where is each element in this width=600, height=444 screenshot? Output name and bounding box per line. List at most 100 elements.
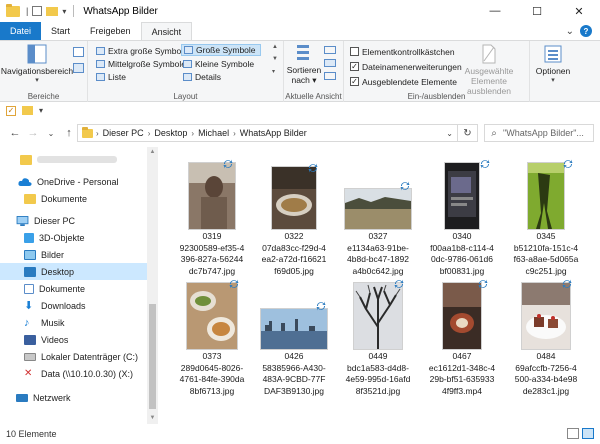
file-tile[interactable]: 0467 ec1612d1-348c-4 29b-bf51-635933 4f9… [424, 275, 500, 400]
toolbar-dropdown-icon[interactable]: ▾ [39, 106, 43, 115]
search-placeholder[interactable]: "WhatsApp Bilder"... [503, 128, 584, 138]
checkbox-ausgeblendete-elemente[interactable]: ✓ Ausgeblendete Elemente [350, 76, 457, 87]
breadcrumb-separator: › [233, 128, 236, 138]
video-thumbnail [443, 283, 481, 349]
details-view-button[interactable] [567, 428, 579, 439]
options-icon [544, 45, 562, 63]
add-columns-button[interactable] [324, 59, 336, 67]
view-switcher [567, 428, 594, 439]
layout-scroll-up-icon[interactable]: ▲ [272, 44, 278, 50]
layout-option-details[interactable]: Details [183, 71, 221, 82]
qat-dropdown-icon[interactable]: ▾ [62, 7, 66, 16]
up-button[interactable]: ↑ [60, 127, 78, 139]
nav-item-videos[interactable]: Videos [0, 331, 147, 348]
sortieren-nach-button[interactable]: Sortieren nach ▾ [286, 43, 322, 86]
address-row: ← → ⌄ ↑ › Dieser PC › Desktop › Michael … [0, 120, 600, 146]
preview-pane-button[interactable] [73, 47, 84, 57]
group-aktuelle-ansicht: Sortieren nach ▾ Aktuelle Ansicht [284, 41, 344, 103]
minimize-button[interactable]: — [474, 0, 516, 22]
checkbox-dateinamenerweiterungen[interactable]: ✓ Dateinamenerweiterungen [350, 61, 462, 72]
scroll-up-icon[interactable]: ▲ [147, 147, 158, 158]
nav-item-onedrive-dokumente[interactable]: Dokumente [0, 190, 147, 207]
nav-item-bilder[interactable]: Bilder [0, 246, 147, 263]
nav-item-label: Bilder [41, 249, 65, 260]
nav-item-onedrive[interactable]: OneDrive - Personal [0, 173, 147, 190]
nav-item-downloads[interactable]: ⬇ Downloads [0, 297, 147, 314]
file-tile[interactable]: 0484 69afccfb-7256-4 500-a334-b4e98 de28… [508, 275, 584, 400]
collapse-ribbon-icon[interactable]: ⌄ [566, 26, 574, 37]
layout-more-icon[interactable]: ▾ [272, 68, 275, 75]
nav-item-label: Dokumente [39, 283, 86, 294]
breadcrumb-michael[interactable]: Michael [198, 128, 229, 138]
tab-start[interactable]: Start [41, 22, 80, 40]
checkbox-label: Elementkontrollkästchen [362, 46, 455, 57]
file-name-line: e1134a63-91be- [347, 242, 409, 253]
layout-option-medium[interactable]: Mittelgroße Symbole [96, 58, 186, 69]
nav-pane-scrollbar[interactable]: ▲ ▼ [147, 147, 158, 424]
nav-item-musik[interactable]: ♪ Musik [0, 314, 147, 331]
file-tile[interactable]: 0322 07da83cc-f29d-4 ea2-a72d-f16621 f69… [256, 155, 332, 280]
size-columns-button[interactable] [324, 72, 336, 80]
details-pane-button[interactable] [73, 63, 84, 73]
optionen-button[interactable]: Optionen ▾ [534, 44, 572, 84]
back-button[interactable]: ← [6, 127, 24, 139]
close-button[interactable]: ✕ [558, 0, 600, 22]
recent-locations-button[interactable]: ⌄ [42, 129, 60, 138]
scrollbar-thumb[interactable] [149, 304, 156, 409]
sync-status-icon [563, 159, 573, 169]
group-by-button[interactable] [324, 46, 336, 54]
file-tile[interactable]: 0426 58385966-A430- 483A-9CBD-77F DAF3B9… [256, 275, 332, 400]
file-tile[interactable]: 0373 289d0645-8026- 4761-84fe-390da 8bf6… [174, 275, 250, 400]
nav-item-desktop[interactable]: Desktop [0, 263, 147, 280]
layout-option-large[interactable]: Große Symbole [181, 44, 261, 56]
checkbox-box[interactable]: ✓ [350, 77, 359, 86]
search-box[interactable]: ⌕ "WhatsApp Bilder"... [484, 124, 594, 142]
file-name: 0426 58385966-A430- 483A-9CBD-77F DAF3B9… [256, 351, 332, 397]
new-folder-icon[interactable] [46, 6, 59, 16]
maximize-button[interactable]: ☐ [516, 0, 558, 22]
file-tile[interactable]: 0319 92300589-ef35-4 396-827a-56244 dc7b… [174, 155, 250, 280]
nav-item-dieser-pc[interactable]: Dieser PC [0, 212, 147, 229]
properties-icon[interactable] [32, 6, 43, 16]
forward-button[interactable]: → [24, 127, 42, 139]
layout-scroll-down-icon[interactable]: ▼ [272, 56, 278, 62]
tab-datei[interactable]: Datei [0, 22, 42, 40]
tab-ansicht[interactable]: Ansicht [140, 22, 193, 40]
layout-option-list[interactable]: Liste [96, 71, 126, 82]
nav-item-laufwerk-c[interactable]: Lokaler Datenträger (C:) [0, 348, 147, 365]
refresh-button[interactable]: ↻ [457, 124, 477, 142]
checkmark-icon[interactable]: ✓ [6, 105, 16, 116]
group-bereiche: Navigationsbereich ▾ Bereiche [0, 41, 88, 103]
hide-selected-button[interactable]: Ausgewählte Elemente ausblenden [450, 44, 528, 96]
sync-status-icon [562, 279, 572, 289]
file-tile[interactable]: 0345 b51210fa-151c-4 f63-a8ae-5d065a c9c… [508, 155, 584, 280]
breadcrumb-whatsapp-bilder[interactable]: WhatsApp Bilder [240, 128, 307, 138]
nav-item-3d-objekte[interactable]: 3D-Objekte [0, 229, 147, 246]
nav-item-netzlaufwerk-x[interactable]: ✕ Data (\\10.10.0.30) (X:) [0, 365, 147, 382]
photo-food-plate-thumbnail [272, 167, 316, 229]
breadcrumb-desktop[interactable]: Desktop [154, 128, 187, 138]
file-tile[interactable]: 0449 bdc1a583-d4d8- 4e59-995d-16afd 8f35… [340, 275, 416, 400]
address-bar[interactable]: › Dieser PC › Desktop › Michael › WhatsA… [77, 124, 478, 142]
help-icon[interactable]: ? [580, 25, 592, 37]
layout-option-label: Liste [108, 71, 126, 82]
layout-option-extra-large[interactable]: Extra große Symbole [96, 45, 188, 56]
layout-option-small[interactable]: Kleine Symbole [183, 58, 254, 69]
scroll-down-icon[interactable]: ▼ [147, 413, 158, 424]
file-tile[interactable]: 0327 e1134a63-91be- 4b8d-bc47-1892 a4b0c… [340, 155, 416, 280]
address-dropdown-icon[interactable]: ⌄ [446, 129, 453, 138]
nav-item-dokumente[interactable]: Dokumente [0, 280, 147, 297]
file-tile[interactable]: 0340 f00aa1b8-c114-4 0dc-9786-061d6 bf00… [424, 155, 500, 280]
checkbox-box[interactable] [350, 47, 359, 56]
checkbox-box[interactable]: ✓ [350, 62, 359, 71]
nav-item-blurred-folder[interactable] [0, 151, 147, 168]
folder-icon[interactable] [22, 106, 33, 115]
large-icons-view-button[interactable] [582, 428, 594, 439]
breadcrumb-dieser-pc[interactable]: Dieser PC [103, 128, 144, 138]
checkbox-elementkontrollkaestchen[interactable]: Elementkontrollkästchen [350, 46, 455, 57]
nav-item-label: Videos [41, 334, 69, 345]
file-name-line: 0426 [284, 351, 304, 361]
navigationsbereich-button[interactable]: Navigationsbereich ▾ [1, 44, 73, 84]
nav-item-netzwerk[interactable]: Netzwerk [0, 389, 147, 406]
tab-freigeben[interactable]: Freigeben [80, 22, 141, 40]
